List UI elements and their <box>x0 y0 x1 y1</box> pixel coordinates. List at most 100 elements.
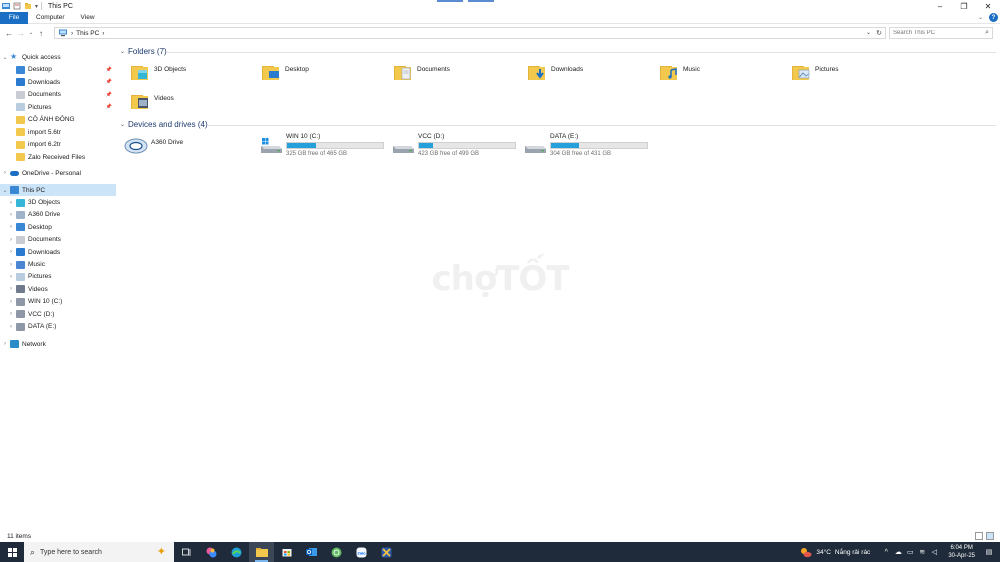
up-arrow-icon[interactable]: ↑ <box>35 27 47 39</box>
restore-icon[interactable]: ❐ <box>952 0 976 12</box>
drive-tile-1[interactable]: VCC (D:) 423 GB free of 499 GB <box>391 133 516 157</box>
sidebar-quick-access[interactable]: ⌄ ★ Quick access <box>0 51 116 63</box>
show-hidden-icons-icon[interactable]: ^ <box>881 547 891 557</box>
cloud-sync-icon[interactable]: ☁ <box>893 547 903 557</box>
collapse-chevron-icon[interactable]: › <box>8 299 14 305</box>
sidebar-qa-item-5[interactable]: import 5.6tr <box>0 126 116 138</box>
collapse-chevron-icon[interactable]: › <box>8 262 14 268</box>
file-explorer-taskbar-icon[interactable] <box>249 542 274 562</box>
drive-tile-2[interactable]: DATA (E:) 304 GB free of 431 GB <box>523 133 648 157</box>
task-view-icon[interactable] <box>174 542 199 562</box>
sidebar-pc-item-7[interactable]: › Videos <box>0 283 116 295</box>
collapse-chevron-icon[interactable]: › <box>8 200 14 206</box>
expand-ribbon-icon[interactable]: ⌄ <box>978 14 983 21</box>
customize-toolbar-icon[interactable]: ▾ <box>35 3 38 10</box>
expand-chevron-icon[interactable]: ⌄ <box>2 54 8 61</box>
sidebar-pc-item-2[interactable]: › Desktop <box>0 221 116 233</box>
collapse-chevron-icon[interactable]: › <box>8 324 14 330</box>
pin-icon[interactable]: 📌 <box>106 104 112 110</box>
weather-widget[interactable]: 34°C Nắng rải rác <box>800 547 870 558</box>
sidebar-pc-item-5[interactable]: › Music <box>0 259 116 271</box>
sidebar-pc-item-3[interactable]: › Documents <box>0 234 116 246</box>
address-bar[interactable]: › This PC › ⌄ ↻ <box>54 27 886 39</box>
collapse-chevron-icon[interactable]: › <box>8 212 14 218</box>
sidebar-pc-item-1[interactable]: › A360 Drive <box>0 209 116 221</box>
sidebar-qa-item-6[interactable]: import 6.2tr <box>0 139 116 151</box>
collapse-chevron-icon[interactable]: › <box>2 170 8 176</box>
tab-file[interactable]: File <box>0 11 28 24</box>
sidebar-pc-item-8[interactable]: › WIN 10 (C:) <box>0 296 116 308</box>
a360-drive-tile[interactable]: A360 Drive <box>124 136 183 154</box>
folder-tile-1[interactable]: Desktop <box>261 62 309 82</box>
folder-tile-6[interactable]: Videos <box>130 91 174 111</box>
folders-group-header[interactable]: ⌄ Folders (7) <box>120 47 167 56</box>
sidebar-pc-item-10[interactable]: › DATA (E:) <box>0 321 116 333</box>
devices-group-header[interactable]: ⌄ Devices and drives (4) <box>120 120 208 129</box>
folder-tile-4[interactable]: Music <box>659 62 700 82</box>
sidebar-qa-item-2[interactable]: Documents 📌 <box>0 89 116 101</box>
new-folder-icon[interactable] <box>24 2 32 10</box>
copilot-icon[interactable] <box>199 542 224 562</box>
breadcrumb-this-pc[interactable]: This PC <box>76 30 99 37</box>
group-chevron-icon[interactable]: ⌄ <box>120 121 125 128</box>
folder-tile-5[interactable]: Pictures <box>791 62 838 82</box>
taskbar-search-box[interactable]: ⌕ Type here to search ✦ <box>24 542 174 562</box>
collapse-chevron-icon[interactable]: › <box>8 249 14 255</box>
recent-locations-icon[interactable]: ⌄ <box>27 27 35 39</box>
search-input[interactable] <box>893 30 981 36</box>
sidebar-pc-item-6[interactable]: › Pictures <box>0 271 116 283</box>
refresh-icon[interactable]: ↻ <box>876 29 882 37</box>
back-arrow-icon[interactable]: ← <box>3 27 15 39</box>
speaker-icon[interactable]: ◁ <box>929 547 939 557</box>
tab-computer[interactable]: Computer <box>28 12 73 24</box>
large-icons-view-icon[interactable] <box>986 532 994 540</box>
collapse-chevron-icon[interactable]: › <box>8 274 14 280</box>
pin-icon[interactable]: 📌 <box>106 67 112 73</box>
sidebar-qa-item-4[interactable]: CÔ ÁNH ĐÔNG <box>0 114 116 126</box>
details-view-icon[interactable] <box>975 532 983 540</box>
folder-tile-2[interactable]: Documents <box>393 62 450 82</box>
notifications-icon[interactable]: ▤ <box>984 547 994 557</box>
minimize-icon[interactable]: – <box>928 0 952 12</box>
microsoft-store-icon[interactable] <box>274 542 299 562</box>
folder-tile-3[interactable]: Downloads <box>527 62 583 82</box>
sidebar-qa-item-7[interactable]: Zalo Received Files <box>0 151 116 163</box>
collapse-chevron-icon[interactable]: › <box>8 237 14 243</box>
forward-arrow-icon[interactable]: → <box>15 27 27 39</box>
start-button[interactable] <box>0 542 24 562</box>
pin-icon[interactable]: 📌 <box>106 79 112 85</box>
collapse-chevron-icon[interactable]: › <box>8 311 14 317</box>
pin-icon[interactable]: 📌 <box>106 92 112 98</box>
collapse-chevron-icon[interactable]: › <box>8 286 14 292</box>
address-dropdown-icon[interactable]: ⌄ <box>866 29 871 36</box>
sidebar-pc-item-0[interactable]: › 3D Objects <box>0 197 116 209</box>
sidebar-qa-item-3[interactable]: Pictures 📌 <box>0 101 116 113</box>
search-highlight-icon[interactable]: ✦ <box>157 545 166 558</box>
search-box[interactable]: ⌕ <box>889 27 993 39</box>
close-icon[interactable]: ✕ <box>976 0 1000 12</box>
battery-icon[interactable]: ▭ <box>905 547 915 557</box>
sidebar-network[interactable]: › Network <box>0 338 116 350</box>
sidebar-onedrive[interactable]: › OneDrive - Personal <box>0 167 116 179</box>
edge-browser-icon[interactable] <box>224 542 249 562</box>
outlook-icon[interactable] <box>299 542 324 562</box>
tab-view[interactable]: View <box>73 12 103 24</box>
green-app-icon[interactable] <box>324 542 349 562</box>
properties-icon[interactable] <box>13 2 21 10</box>
tool-app-icon[interactable] <box>374 542 399 562</box>
sidebar-qa-item-1[interactable]: Downloads 📌 <box>0 76 116 88</box>
sidebar-pc-item-4[interactable]: › Downloads <box>0 246 116 258</box>
wifi-icon[interactable]: ≋ <box>917 547 927 557</box>
collapse-chevron-icon[interactable]: › <box>2 341 8 347</box>
folder-tile-0[interactable]: 3D Objects <box>130 62 186 82</box>
expand-chevron-icon[interactable]: ⌄ <box>2 187 8 194</box>
group-chevron-icon[interactable]: ⌄ <box>120 48 125 55</box>
sidebar-qa-item-0[interactable]: Desktop 📌 <box>0 64 116 76</box>
zalo-icon[interactable]: Zalo <box>349 542 374 562</box>
help-icon[interactable]: ? <box>989 13 998 22</box>
drive-tile-0[interactable]: WIN 10 (C:) 325 GB free of 465 GB <box>259 133 384 157</box>
sidebar-this-pc[interactable]: ⌄ This PC <box>0 184 116 196</box>
sidebar-pc-item-9[interactable]: › VCC (D:) <box>0 308 116 320</box>
breadcrumb-chevron-icon[interactable]: › <box>102 30 104 37</box>
collapse-chevron-icon[interactable]: › <box>8 224 14 230</box>
